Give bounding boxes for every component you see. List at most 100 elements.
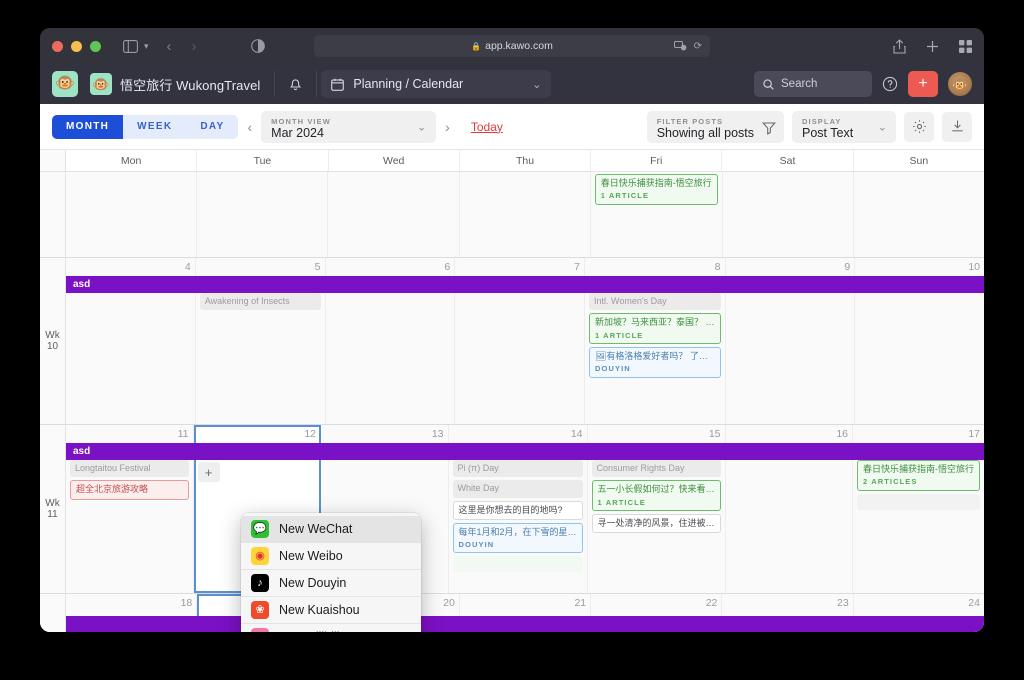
week-banner-event[interactable]: asd	[66, 276, 984, 293]
new-tab-icon[interactable]	[926, 40, 939, 53]
bilibili-icon: bili	[251, 628, 269, 632]
holiday-chip[interactable]: Consumer Rights Day	[591, 460, 721, 478]
day-cell[interactable]	[328, 172, 460, 257]
post-chip[interactable]: 超全北京旅游攻略	[70, 480, 189, 500]
download-button[interactable]	[942, 111, 972, 142]
holiday-chip[interactable]: Intl. Women's Day	[589, 293, 721, 311]
holiday-chip[interactable]: Pi (π) Day	[452, 460, 583, 478]
holiday-chip[interactable]: Longtaitou Festival	[70, 460, 189, 478]
post-chip[interactable]: 春日快乐捕获指南-悟空旅行 2 ARTICLES	[857, 460, 981, 491]
day-number: 17	[968, 428, 981, 440]
day-cell[interactable]	[853, 172, 984, 257]
minimize-window-button[interactable]	[71, 40, 82, 52]
month-selector[interactable]: MONTH VIEW Mar 2024 ⌄	[261, 110, 437, 143]
notification-bell-icon[interactable]	[275, 77, 316, 91]
lock-icon: 🔒	[471, 41, 482, 51]
post-chip[interactable]: 🖼有格洛格爱好者吗？ 了… DOUYIN	[589, 346, 721, 378]
url-text: app.kawo.com	[485, 40, 553, 52]
post-chip-subtext: DOUYIN	[595, 364, 631, 374]
sidebar-chevron-down-icon[interactable]: ▾	[144, 41, 149, 52]
kuaishou-icon: ❀	[251, 601, 269, 619]
share-icon[interactable]	[893, 38, 906, 54]
month-selector-value: Mar 2024	[271, 125, 324, 140]
planning-label: Planning / Calendar	[353, 77, 464, 91]
week-day-columns: 18 19 20 21 22	[66, 594, 984, 632]
menu-item-label: New Weibo	[279, 549, 343, 563]
calendar-grid: Mon Tue Wed Thu Fri Sat Sun 春日快乐捕获指南-悟空旅…	[40, 150, 984, 632]
day-cell[interactable]	[459, 172, 591, 257]
search-input[interactable]: Search	[754, 71, 872, 97]
view-month-button[interactable]: MONTH	[52, 114, 124, 139]
user-avatar[interactable]: 🐵	[948, 72, 972, 96]
planning-calendar-selector[interactable]: Planning / Calendar ⌄	[321, 70, 552, 98]
post-chip[interactable]: 新加坡？马来西亚？泰国？ … 1 ARTICLE	[589, 313, 721, 344]
create-post-button[interactable]: +	[908, 71, 938, 97]
holiday-chip[interactable]: White Day	[452, 480, 583, 498]
maximize-window-button[interactable]	[90, 40, 101, 52]
menu-item-new-weibo[interactable]: ◉ New Weibo	[241, 543, 421, 570]
menu-item-new-wechat[interactable]: 💬 New WeChat	[241, 516, 421, 543]
day-number: 6	[444, 261, 451, 273]
filter-posts-label: FILTER POSTS	[656, 116, 724, 126]
view-day-button[interactable]: DAY	[186, 115, 238, 139]
post-chip-text: 五一小长假如何过？快来看…	[597, 484, 715, 495]
chevron-down-icon[interactable]: ⌄	[532, 78, 541, 91]
post-chip-text: 新加坡？马来西亚？泰国？ …	[595, 317, 715, 328]
day-cell[interactable]	[722, 172, 854, 257]
settings-button[interactable]	[904, 111, 934, 142]
forward-arrow-icon: ›	[191, 37, 197, 55]
browser-nav-arrows[interactable]: ‹ ›	[167, 38, 197, 55]
day-header-tue: Tue	[197, 150, 329, 171]
chevron-down-icon[interactable]: ⌄	[417, 120, 426, 133]
calendar-week-row: 18 19 20 21 22	[40, 594, 984, 632]
funnel-icon[interactable]	[762, 121, 776, 135]
address-bar-actions[interactable]: ⟳	[673, 40, 702, 52]
workspace-logo-icon[interactable]: 🐵	[52, 71, 78, 97]
post-chip-placeholder[interactable]	[857, 493, 981, 510]
help-circle-icon[interactable]	[882, 76, 898, 92]
filter-posts-control[interactable]: FILTER POSTS Showing all posts	[646, 110, 784, 143]
view-week-button[interactable]: WEEK	[123, 115, 186, 139]
day-cell[interactable]	[66, 172, 198, 257]
week-banner-event[interactable]	[66, 616, 984, 632]
chevron-down-icon[interactable]: ⌄	[878, 120, 887, 133]
add-post-button[interactable]: +	[197, 462, 220, 482]
post-chip[interactable]: 这里是你想去的目的地吗?	[452, 500, 583, 520]
day-number: 9	[844, 261, 851, 273]
display-selector[interactable]: DISPLAY Post Text ⌄	[792, 110, 896, 143]
close-window-button[interactable]	[52, 40, 63, 52]
sidebar-toggle-icon[interactable]	[123, 39, 138, 53]
address-bar[interactable]: 🔒 app.kawo.com ⟳	[314, 35, 710, 57]
view-mode-switch[interactable]: MONTH WEEK DAY	[52, 114, 239, 139]
post-chip[interactable]: 春日快乐捕获指南-悟空旅行 1 ARTICLE	[594, 174, 718, 205]
extension-icon[interactable]	[673, 40, 687, 52]
week-banner-event[interactable]: asd	[66, 443, 984, 460]
back-arrow-icon[interactable]: ‹	[167, 38, 172, 55]
prev-month-button[interactable]: ‹	[238, 119, 261, 135]
calendar-week-row: 春日快乐捕获指南-悟空旅行 1 ARTICLE	[40, 172, 984, 258]
day-cell[interactable]: 春日快乐捕获指南-悟空旅行 1 ARTICLE	[590, 172, 723, 257]
week-number-text: Wk 10	[45, 329, 60, 353]
reload-icon[interactable]: ⟳	[694, 41, 702, 52]
new-post-context-menu[interactable]: 💬 New WeChat ◉ New Weibo ♪ New Douyin ❀ …	[241, 513, 421, 632]
holiday-chip[interactable]: Awakening of Insects	[199, 293, 321, 311]
show-tabs-icon[interactable]	[959, 39, 972, 53]
browser-toolbar-right[interactable]	[893, 38, 972, 54]
week-day-columns: asd 11 Longtaitou Festival 超全北京旅游攻略 12 +	[66, 425, 984, 593]
window-traffic-lights[interactable]	[52, 40, 101, 52]
post-chip[interactable]: 寻一处清净的风景，住进被…	[591, 513, 721, 534]
menu-item-new-douyin[interactable]: ♪ New Douyin	[241, 570, 421, 597]
day-number: 13	[431, 428, 444, 440]
day-number: 15	[708, 428, 721, 440]
post-chip-placeholder[interactable]	[452, 556, 583, 573]
today-button[interactable]: Today	[471, 120, 503, 134]
menu-item-new-bilibili[interactable]: bili New Bilibili	[241, 624, 421, 632]
post-chip[interactable]: 五一小长假如何过？快来看… 1 ARTICLE	[591, 480, 721, 511]
post-chip[interactable]: 每年1月和2月，在下雪的星… DOUYIN	[452, 522, 583, 554]
menu-item-new-kuaishou[interactable]: ❀ New Kuaishou	[241, 597, 421, 624]
day-header-sun: Sun	[909, 154, 929, 167]
reader-contrast-icon[interactable]	[250, 39, 265, 53]
brand-selector[interactable]: 🐵 悟空旅行 WukongTravel	[90, 64, 274, 104]
day-cell[interactable]	[197, 172, 329, 257]
next-month-button[interactable]: ›	[436, 119, 459, 135]
